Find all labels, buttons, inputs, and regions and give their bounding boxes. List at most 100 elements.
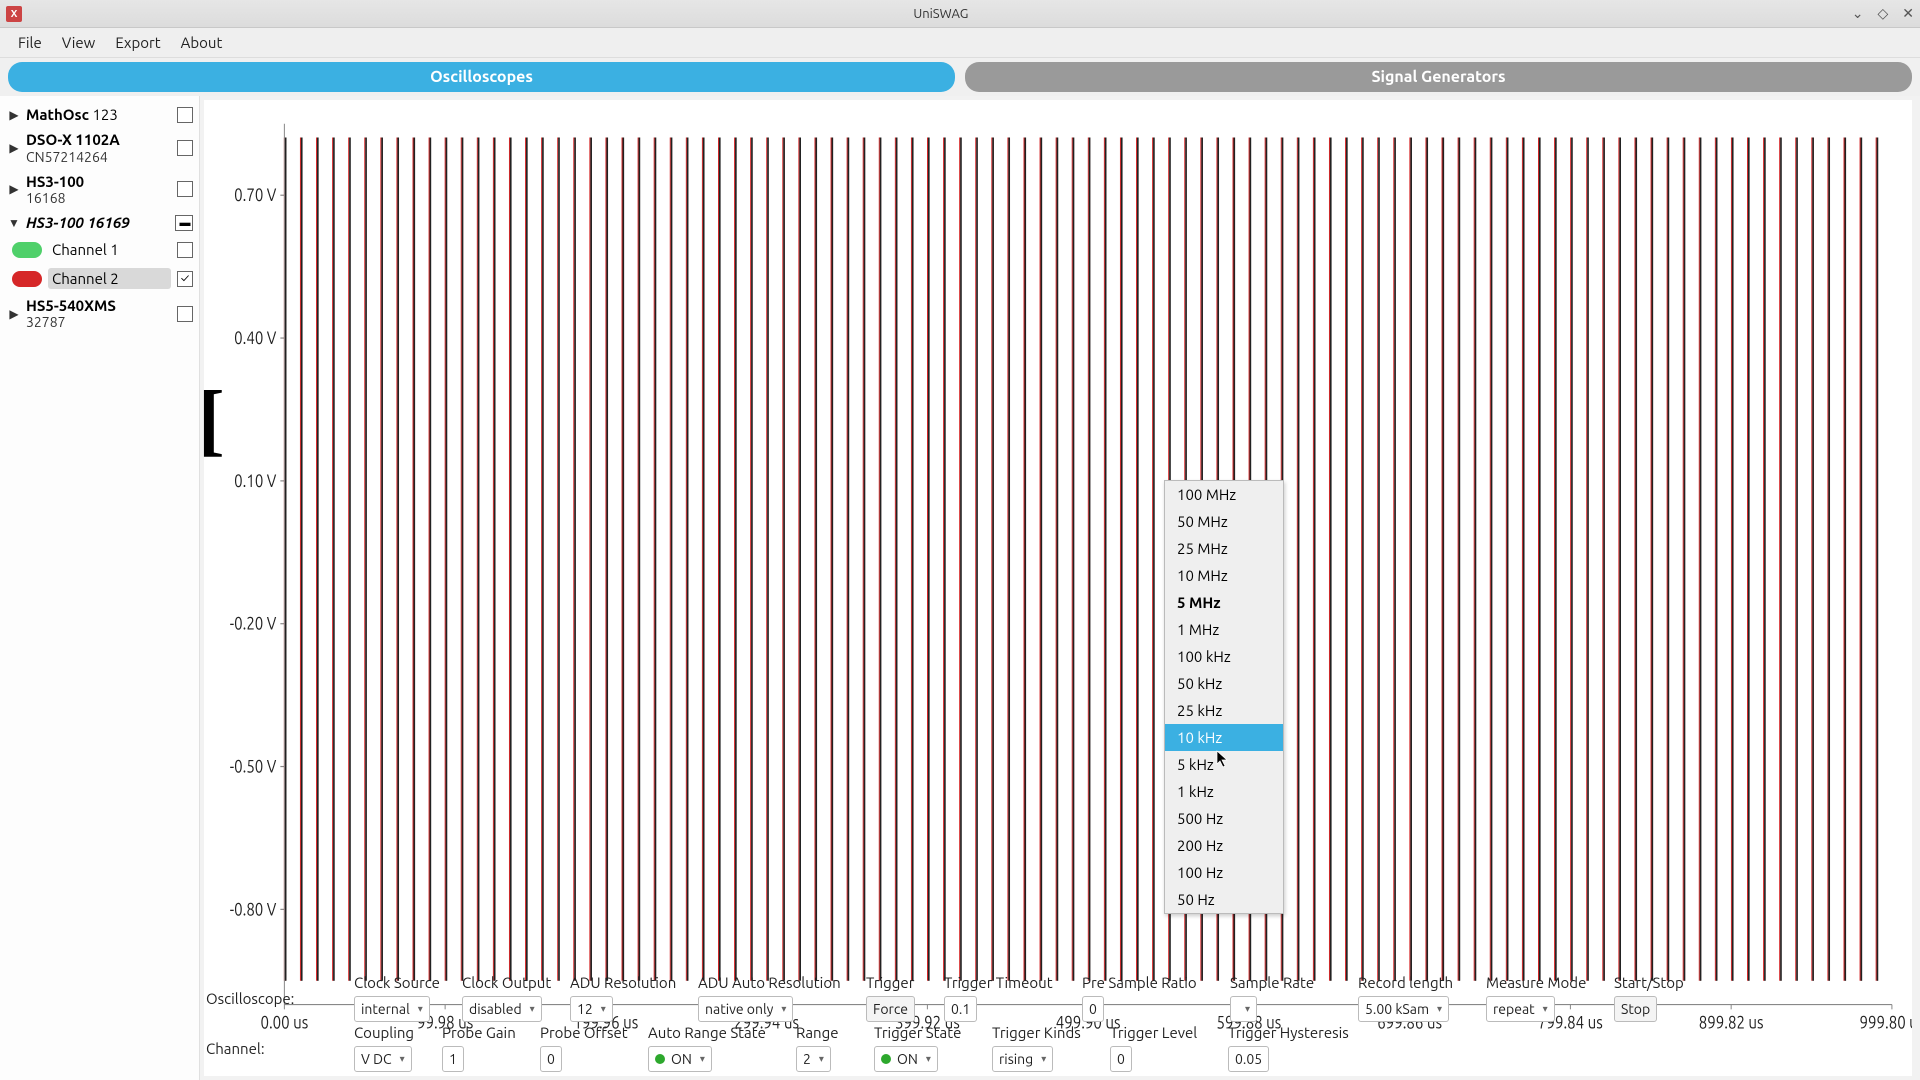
hdr-trig-level: Trigger Level bbox=[1110, 1024, 1197, 1044]
tree-node-sub: 16169 bbox=[87, 214, 129, 231]
minimize-icon[interactable]: ⌄ bbox=[1852, 5, 1864, 22]
tree-node-hs5[interactable]: ▶ HS5-540XMS32787 bbox=[4, 293, 195, 334]
channel-color-swatch bbox=[12, 242, 42, 258]
channel-row-2[interactable]: Channel 2 ✓ bbox=[4, 264, 195, 293]
channel-row: Channel: CouplingV DC Probe Gain1 Probe … bbox=[206, 1024, 1912, 1072]
tab-oscilloscopes[interactable]: Oscilloscopes bbox=[8, 62, 955, 92]
channel-row-1[interactable]: Channel 1 bbox=[4, 235, 195, 264]
tab-signal-generators[interactable]: Signal Generators bbox=[965, 62, 1912, 92]
chevron-right-icon[interactable]: ▶ bbox=[6, 141, 22, 155]
trigger-hysteresis-input[interactable]: 0.05 bbox=[1228, 1046, 1269, 1072]
chevron-right-icon[interactable]: ▶ bbox=[6, 307, 22, 321]
sample-rate-dropdown[interactable]: 100 MHz50 MHz25 MHz10 MHz5 MHz1 MHz100 k… bbox=[1164, 480, 1284, 914]
chevron-right-icon[interactable]: ▶ bbox=[6, 182, 22, 196]
svg-text:0.40 V: 0.40 V bbox=[234, 329, 277, 348]
status-dot-icon bbox=[881, 1054, 891, 1064]
menu-file[interactable]: File bbox=[10, 30, 50, 55]
tree-node-hs3-16169[interactable]: ▼ HS3-100 16169 ▬ bbox=[4, 210, 195, 235]
range-select[interactable]: 2 bbox=[796, 1046, 831, 1072]
force-trigger-button[interactable]: Force bbox=[866, 996, 915, 1022]
adu-res-select[interactable]: 12 bbox=[570, 996, 613, 1022]
svg-text:-0.50 V: -0.50 V bbox=[230, 757, 277, 776]
sample-rate-select[interactable] bbox=[1230, 996, 1257, 1022]
sample-rate-option[interactable]: 100 kHz bbox=[1165, 643, 1283, 670]
device-tabs: Oscilloscopes Signal Generators bbox=[0, 58, 1920, 96]
channel-label: Channel 1 bbox=[48, 239, 171, 260]
hdr-probe-offset: Probe Offset bbox=[540, 1024, 628, 1044]
pre-sample-input[interactable]: 0 bbox=[1082, 996, 1104, 1022]
hdr-coupling: Coupling bbox=[354, 1024, 414, 1044]
trigger-level-input[interactable]: 0 bbox=[1110, 1046, 1132, 1072]
trigger-timeout-input[interactable]: 0.1 bbox=[944, 996, 977, 1022]
tree-node-checkbox[interactable] bbox=[177, 107, 193, 123]
coupling-select[interactable]: V DC bbox=[354, 1046, 412, 1072]
sample-rate-option[interactable]: 50 kHz bbox=[1165, 670, 1283, 697]
hdr-adu-auto: ADU Auto Resolution bbox=[698, 974, 841, 994]
hdr-adu-res: ADU Resolution bbox=[570, 974, 676, 994]
tree-node-label: HS3-100 bbox=[26, 214, 84, 231]
sample-rate-option[interactable]: 50 MHz bbox=[1165, 508, 1283, 535]
channel-checkbox[interactable] bbox=[177, 242, 193, 258]
menu-view[interactable]: View bbox=[54, 30, 104, 55]
adu-auto-select[interactable]: native only bbox=[698, 996, 793, 1022]
close-icon[interactable]: ✕ bbox=[1902, 5, 1914, 22]
tree-node-checkbox[interactable] bbox=[177, 306, 193, 322]
measure-mode-select[interactable]: repeat bbox=[1486, 996, 1555, 1022]
hdr-clock-output: Clock Output bbox=[462, 974, 551, 994]
chevron-down-icon[interactable]: ▼ bbox=[6, 216, 22, 230]
hdr-meas-mode: Measure Mode bbox=[1486, 974, 1586, 994]
sample-rate-option[interactable]: 500 Hz bbox=[1165, 805, 1283, 832]
sample-rate-option[interactable]: 50 Hz bbox=[1165, 886, 1283, 913]
sample-rate-option[interactable]: 200 Hz bbox=[1165, 832, 1283, 859]
clock-source-select[interactable]: internal bbox=[354, 996, 430, 1022]
hdr-range: Range bbox=[796, 1024, 839, 1044]
hdr-auto-range: Auto Range State bbox=[648, 1024, 766, 1044]
auto-range-select[interactable]: ON bbox=[648, 1046, 712, 1072]
menu-export[interactable]: Export bbox=[107, 30, 168, 55]
sample-rate-option[interactable]: 1 MHz bbox=[1165, 616, 1283, 643]
control-panel: Oscilloscope: Clock Sourceinternal Clock… bbox=[206, 974, 1912, 1074]
plot-area[interactable]: 0.70 V0.40 V0.10 V-0.20 V-0.50 V-0.80 V … bbox=[204, 100, 1912, 1076]
sample-rate-option[interactable]: 10 kHz bbox=[1165, 724, 1283, 751]
chevron-right-icon[interactable]: ▶ bbox=[6, 108, 22, 122]
device-tree: ▶ MathOsc 123 ▶ DSO-X 1102ACN57214264 ▶ … bbox=[0, 96, 200, 1080]
sample-rate-option[interactable]: 25 MHz bbox=[1165, 535, 1283, 562]
tree-node-checkbox[interactable] bbox=[177, 140, 193, 156]
sample-rate-option[interactable]: 100 MHz bbox=[1165, 481, 1283, 508]
scope-plot[interactable]: 0.70 V0.40 V0.10 V-0.20 V-0.50 V-0.80 V … bbox=[204, 100, 1912, 1076]
trigger-kinds-select[interactable]: rising bbox=[992, 1046, 1053, 1072]
row-label: Oscilloscope: bbox=[206, 990, 346, 1007]
hdr-trigger: Trigger bbox=[866, 974, 914, 994]
app-icon: X bbox=[6, 6, 22, 22]
sample-rate-option[interactable]: 10 MHz bbox=[1165, 562, 1283, 589]
channel-label: Channel 2 bbox=[48, 268, 171, 289]
hdr-pre-sample: Pre Sample Ratio bbox=[1082, 974, 1197, 994]
tree-node-dsox[interactable]: ▶ DSO-X 1102ACN57214264 bbox=[4, 127, 195, 168]
record-length-select[interactable]: 5.00 kSam bbox=[1358, 996, 1449, 1022]
hdr-clock-source: Clock Source bbox=[354, 974, 440, 994]
tree-node-hs3-16168[interactable]: ▶ HS3-10016168 bbox=[4, 169, 195, 210]
tree-node-sub: CN57214264 bbox=[26, 149, 173, 165]
channel-checkbox[interactable]: ✓ bbox=[177, 271, 193, 287]
probe-gain-input[interactable]: 1 bbox=[442, 1046, 464, 1072]
menu-about[interactable]: About bbox=[173, 30, 231, 55]
tree-node-label: MathOsc bbox=[26, 106, 89, 123]
maximize-icon[interactable]: ◇ bbox=[1877, 5, 1888, 22]
tree-node-mathosc[interactable]: ▶ MathOsc 123 bbox=[4, 102, 195, 127]
probe-offset-input[interactable]: 0 bbox=[540, 1046, 562, 1072]
sample-rate-option[interactable]: 5 kHz bbox=[1165, 751, 1283, 778]
tree-node-label: DSO-X 1102A bbox=[26, 131, 120, 148]
tree-node-checkbox-mixed[interactable]: ▬ bbox=[175, 215, 193, 231]
tree-node-checkbox[interactable] bbox=[177, 181, 193, 197]
oscilloscope-row: Oscilloscope: Clock Sourceinternal Clock… bbox=[206, 974, 1912, 1022]
sample-rate-option[interactable]: 25 kHz bbox=[1165, 697, 1283, 724]
tree-node-sub: 16168 bbox=[26, 190, 173, 206]
sample-rate-option[interactable]: 100 Hz bbox=[1165, 859, 1283, 886]
trigger-state-select[interactable]: ON bbox=[874, 1046, 938, 1072]
clock-output-select[interactable]: disabled bbox=[462, 996, 542, 1022]
start-stop-button[interactable]: Stop bbox=[1614, 996, 1657, 1022]
sample-rate-option[interactable]: 5 MHz bbox=[1165, 589, 1283, 616]
sample-rate-option[interactable]: 1 kHz bbox=[1165, 778, 1283, 805]
main-area: ▶ MathOsc 123 ▶ DSO-X 1102ACN57214264 ▶ … bbox=[0, 96, 1920, 1080]
hdr-trig-hyst: Trigger Hysteresis bbox=[1228, 1024, 1349, 1044]
